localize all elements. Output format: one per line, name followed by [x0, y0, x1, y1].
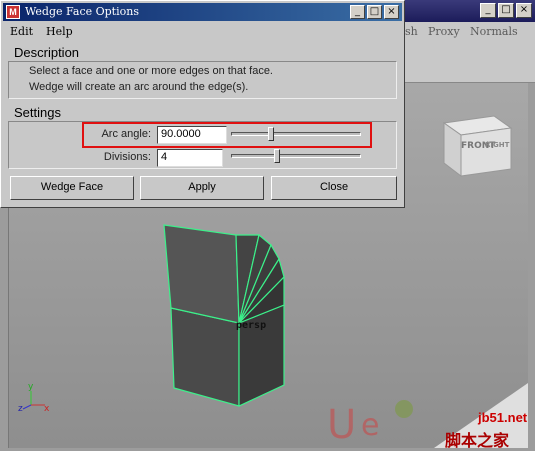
camera-label: persp	[236, 320, 267, 331]
watermark-logo: U e	[327, 400, 413, 448]
description-line-1: Select a face and one or more edges on t…	[29, 65, 273, 77]
close-button[interactable]: Close	[271, 176, 397, 200]
close-icon[interactable]: ×	[516, 3, 532, 18]
minimize-icon[interactable]: _	[350, 5, 365, 19]
menu-help[interactable]: Help	[46, 25, 73, 38]
watermark-site: jb51.net	[478, 410, 528, 425]
maya-menu-item-sh[interactable]: sh	[405, 25, 418, 38]
dialog-title: Wedge Face Options	[25, 5, 139, 18]
arc-angle-highlight-box	[82, 122, 372, 148]
divisions-field[interactable]: 4	[157, 149, 223, 167]
maya-window-controls: _ □ ×	[480, 3, 532, 19]
svg-text:U: U	[327, 402, 356, 448]
maya-menu-item-proxy[interactable]: Proxy	[428, 25, 460, 38]
svg-text:e: e	[361, 408, 379, 443]
divisions-slider-thumb[interactable]	[274, 149, 281, 163]
maximize-icon[interactable]: □	[498, 3, 514, 18]
viewcube-right-label: RIGHT	[485, 141, 510, 149]
axis-indicator: y z x	[18, 382, 50, 414]
maximize-icon[interactable]: □	[367, 5, 382, 19]
menu-edit[interactable]: Edit	[10, 25, 33, 38]
maya-menu-item-normals[interactable]: Normals	[470, 25, 518, 38]
minimize-icon[interactable]: _	[480, 3, 496, 18]
settings-heading: Settings	[14, 105, 61, 120]
axis-x-label: x	[44, 404, 50, 414]
apply-button[interactable]: Apply	[140, 176, 264, 200]
close-icon[interactable]: ×	[384, 5, 399, 19]
divisions-slider[interactable]	[231, 154, 361, 158]
dialog-title-bar[interactable]: M Wedge Face Options _ □ ×	[3, 3, 402, 21]
description-heading: Description	[14, 45, 80, 60]
watermark-chinese: 脚本之家	[445, 433, 510, 450]
divisions-label: Divisions:	[103, 151, 151, 163]
view-cube[interactable]: FRONT RIGHT	[442, 115, 513, 178]
dialog-menu-bar: Edit Help	[3, 22, 402, 42]
axis-y-label: y	[28, 382, 34, 392]
dialog-window-controls: _ □ ×	[350, 5, 399, 19]
axis-z-label: z	[18, 404, 23, 414]
wedged-mesh[interactable]	[163, 224, 285, 407]
wedge-face-button[interactable]: Wedge Face	[10, 176, 134, 200]
maya-icon: M	[6, 5, 20, 19]
description-line-2: Wedge will create an arc around the edge…	[29, 81, 249, 93]
wedge-face-options-dialog: M Wedge Face Options _ □ × Edit Help Des…	[0, 0, 405, 208]
